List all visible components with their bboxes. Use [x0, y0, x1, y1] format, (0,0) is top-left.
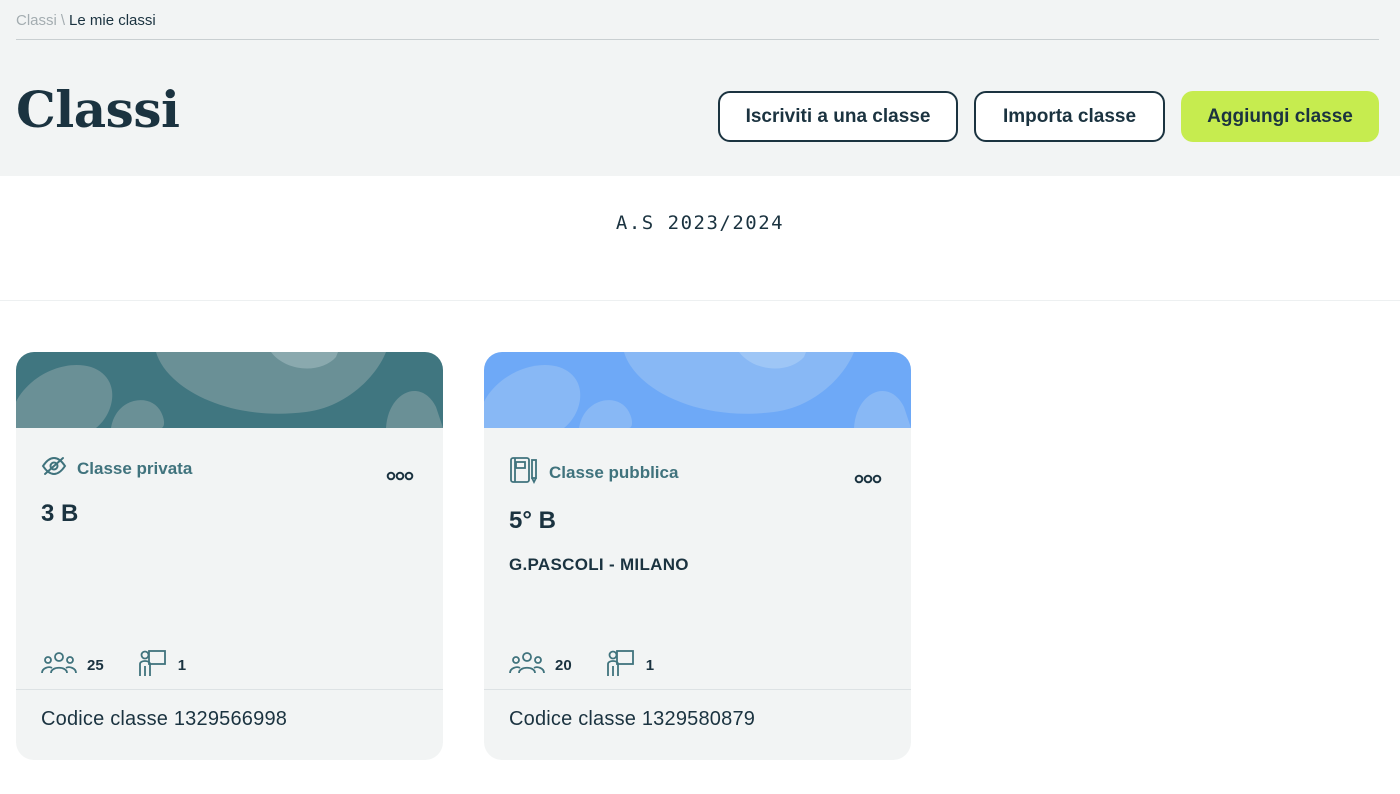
notebook-icon [509, 456, 539, 489]
class-code: Codice classe 1329580879 [509, 708, 756, 730]
import-class-button[interactable]: Importa classe [974, 91, 1165, 142]
section-divider [0, 300, 1400, 301]
visibility-text: Classe pubblica [549, 462, 679, 482]
school-name: G.PASCOLI - MILANO [509, 555, 689, 574]
teachers-value: 1 [177, 656, 187, 674]
teachers-count: 1 [606, 648, 654, 682]
visibility-label: Classe privata [41, 456, 192, 481]
class-card[interactable]: Classe privata 3 B 25 1 Codice classe 13… [16, 352, 443, 760]
class-name: 5° B [509, 507, 556, 534]
card-banner [16, 352, 443, 428]
class-card[interactable]: Classe pubblica 5° B G.PASCOLI - MILANO … [484, 352, 911, 760]
more-options-icon[interactable] [385, 466, 415, 486]
class-stats: 25 1 [41, 648, 186, 682]
visibility-label: Classe pubblica [509, 456, 678, 489]
teachers-count: 1 [138, 648, 186, 682]
students-value: 20 [555, 656, 572, 674]
students-icon [41, 651, 77, 679]
teachers-value: 1 [645, 656, 655, 674]
card-divider [484, 689, 911, 690]
teacher-icon [606, 648, 636, 682]
breadcrumb-separator: \ [60, 12, 66, 29]
students-count: 25 [41, 651, 104, 679]
page-title: Classi [16, 80, 180, 139]
more-options-icon[interactable] [853, 469, 883, 489]
students-count: 20 [509, 651, 572, 679]
card-banner [484, 352, 911, 428]
school-year-label: A.S 2023/2024 [615, 212, 785, 234]
join-class-button[interactable]: Iscriviti a una classe [718, 91, 958, 142]
students-value: 25 [87, 656, 104, 674]
students-icon [509, 651, 545, 679]
breadcrumb-current: Le mie classi [69, 12, 156, 29]
teacher-icon [138, 648, 168, 682]
breadcrumb-root-link[interactable]: Classi [16, 12, 57, 29]
breadcrumb: Classi \ Le mie classi [16, 12, 156, 29]
class-name: 3 B [41, 500, 79, 527]
visibility-text: Classe privata [77, 458, 193, 478]
class-code: Codice classe 1329566998 [41, 708, 288, 730]
card-divider [16, 689, 443, 690]
header-divider [16, 39, 1379, 40]
eye-off-icon [41, 456, 67, 481]
page-header [0, 0, 1400, 176]
class-stats: 20 1 [509, 648, 654, 682]
add-class-button[interactable]: Aggiungi classe [1181, 91, 1379, 142]
